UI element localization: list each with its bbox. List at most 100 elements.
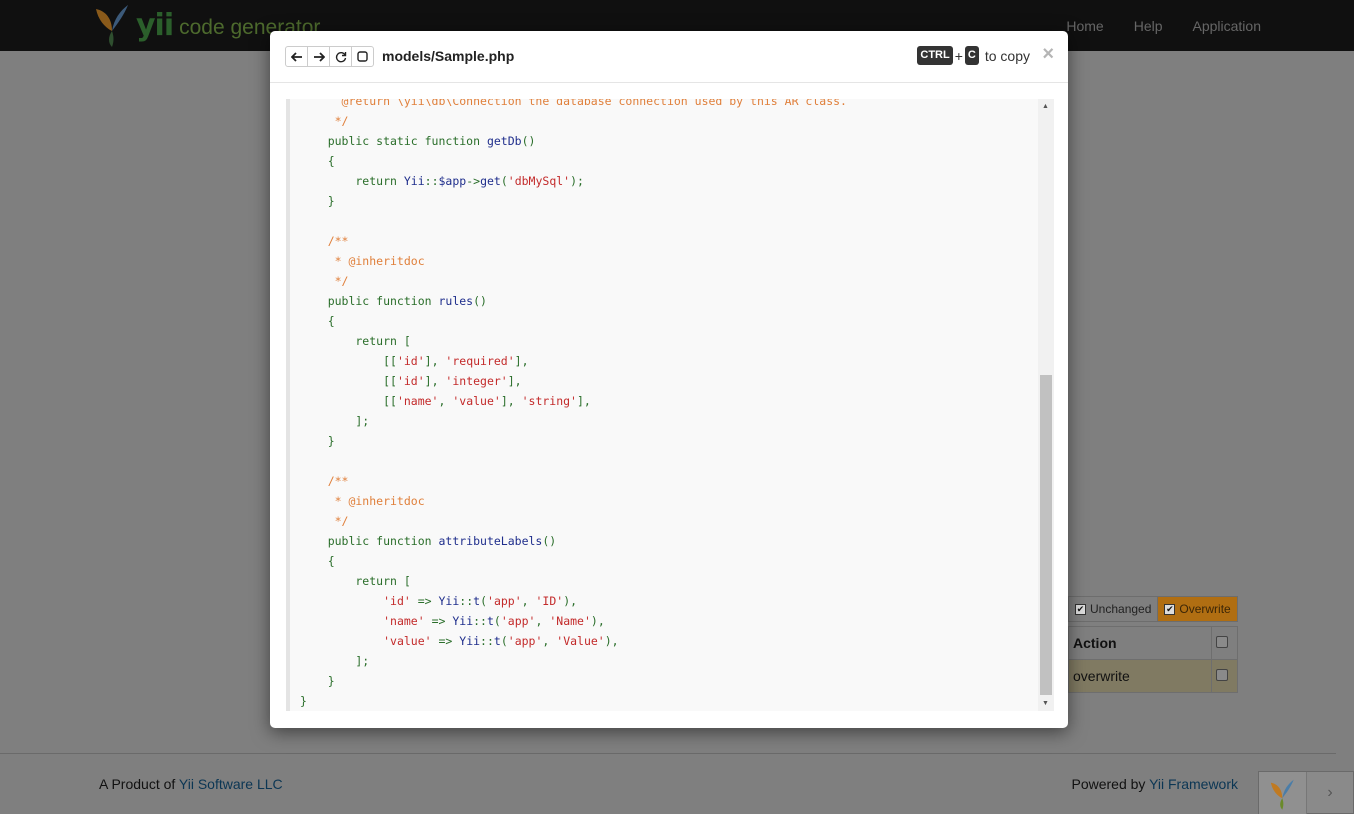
- code-token: public function: [300, 294, 439, 308]
- yii-framework-link[interactable]: Yii Framework: [1149, 776, 1238, 792]
- code-token: 'value': [452, 394, 501, 408]
- code-line: [['name', 'value'], 'string'],: [300, 391, 847, 411]
- files-table: Action overwrite: [1068, 626, 1238, 693]
- preview-modal: models/Sample.php CTRL + C to copy × @re…: [270, 31, 1068, 728]
- code-token: public static function: [300, 134, 487, 148]
- refresh-button[interactable]: [329, 46, 352, 67]
- arrow-right-icon: [313, 51, 325, 62]
- code-token: 'app': [507, 634, 543, 648]
- code-token: */: [300, 114, 349, 128]
- arrow-left-icon: [290, 51, 302, 62]
- column-header-action: Action: [1068, 626, 1212, 660]
- code-content: @return \yii\db\Connection the database …: [300, 99, 847, 711]
- code-token: t: [486, 614, 494, 628]
- chevron-right-icon[interactable]: ›: [1307, 772, 1353, 813]
- code-token: ,: [438, 394, 453, 408]
- code-line: /**: [300, 471, 847, 491]
- code-token: 'dbMySql': [507, 174, 571, 188]
- filter-overwrite[interactable]: ✔ Overwrite: [1157, 596, 1238, 622]
- kbd-c: C: [964, 46, 979, 65]
- code-token: (: [500, 174, 508, 188]
- kbd-ctrl: CTRL: [917, 46, 953, 65]
- code-token: ),: [604, 634, 619, 648]
- next-file-button[interactable]: [307, 46, 330, 67]
- debug-toolbar: ›: [1258, 771, 1354, 814]
- code-line: {: [300, 551, 847, 571]
- debug-toolbar-logo[interactable]: [1259, 772, 1307, 814]
- filter-unchanged[interactable]: ✔ Unchanged: [1068, 596, 1158, 622]
- toggle-checkbox-button[interactable]: [351, 46, 374, 67]
- square-icon: [357, 51, 368, 62]
- modal-header: models/Sample.php CTRL + C to copy ×: [270, 31, 1068, 83]
- code-line: return Yii::$app->get('dbMySql');: [300, 171, 847, 191]
- nav-application[interactable]: Application: [1193, 18, 1262, 34]
- code-token: * @inheritdoc: [300, 254, 425, 268]
- code-token: ];: [300, 414, 370, 428]
- code-token: 'name': [383, 614, 425, 628]
- footer-right: Powered by Yii Framework: [1071, 776, 1238, 792]
- previous-file-button[interactable]: [285, 46, 308, 67]
- code-token: 'id': [396, 354, 425, 368]
- code-line: * @inheritdoc: [300, 491, 847, 511]
- modal-title: models/Sample.php: [382, 48, 515, 64]
- code-line: }: [300, 671, 847, 691]
- nav-home[interactable]: Home: [1066, 18, 1103, 34]
- code-line: [['id'], 'integer'],: [300, 371, 847, 391]
- code-token: ,: [521, 594, 536, 608]
- copy-hint: CTRL + C to copy: [917, 46, 1030, 65]
- code-line: public function rules(): [300, 291, 847, 311]
- code-line: public function attributeLabels(): [300, 531, 847, 551]
- nav-help[interactable]: Help: [1134, 18, 1163, 34]
- code-token: @return \yii\db\Connection the database …: [300, 99, 847, 108]
- row-checkbox[interactable]: [1216, 669, 1228, 681]
- code-line: */: [300, 511, 847, 531]
- filter-unchanged-label: Unchanged: [1090, 602, 1152, 616]
- code-token: /**: [300, 474, 349, 488]
- select-all-checkbox[interactable]: [1216, 636, 1228, 648]
- code-scrollbar[interactable]: ▲ ▼: [1038, 99, 1054, 711]
- code-preview[interactable]: @return \yii\db\Connection the database …: [286, 99, 1038, 711]
- code-token: ->: [466, 174, 481, 188]
- code-token: ],: [576, 394, 591, 408]
- code-token: return [: [300, 334, 411, 348]
- code-token: */: [300, 514, 349, 528]
- code-token: 'string': [521, 394, 577, 408]
- code-token: );: [570, 174, 584, 188]
- code-line: * @inheritdoc: [300, 251, 847, 271]
- code-token: =>: [410, 594, 439, 608]
- code-token: 'ID': [535, 594, 564, 608]
- code-token: t: [493, 634, 501, 648]
- code-token: [[: [300, 394, 397, 408]
- code-token: ];: [300, 654, 370, 668]
- code-token: ::: [424, 174, 439, 188]
- yii-software-link[interactable]: Yii Software LLC: [179, 776, 283, 792]
- code-token: 'value': [383, 634, 432, 648]
- code-token: 'Name': [549, 614, 591, 628]
- code-token: (): [521, 134, 536, 148]
- code-token: (: [500, 634, 508, 648]
- code-token: 'required': [445, 354, 515, 368]
- close-icon[interactable]: ×: [1042, 43, 1054, 66]
- code-line: 'name' => Yii::t('app', 'Name'),: [300, 611, 847, 631]
- code-line: return [: [300, 571, 847, 591]
- code-token: 'app': [500, 614, 536, 628]
- scroll-down-arrow-icon[interactable]: ▼: [1042, 700, 1049, 707]
- code-line: 'id' => Yii::t('app', 'ID'),: [300, 591, 847, 611]
- row-select-cell: [1211, 659, 1238, 693]
- code-token: Yii: [459, 634, 481, 648]
- code-line: {: [300, 311, 847, 331]
- scroll-up-arrow-icon[interactable]: ▲: [1042, 103, 1049, 110]
- table-row: overwrite: [1068, 659, 1238, 693]
- scrollbar-thumb[interactable]: [1040, 375, 1052, 695]
- code-line: }: [300, 431, 847, 451]
- code-token: }: [300, 194, 335, 208]
- code-line: */: [300, 111, 847, 131]
- code-token: [[: [300, 354, 397, 368]
- code-token: 'integer': [445, 374, 508, 388]
- code-token: Yii: [403, 174, 425, 188]
- code-token: ,: [535, 614, 550, 628]
- code-token: {: [300, 554, 335, 568]
- nav-links: Home Help Application: [1036, 0, 1261, 51]
